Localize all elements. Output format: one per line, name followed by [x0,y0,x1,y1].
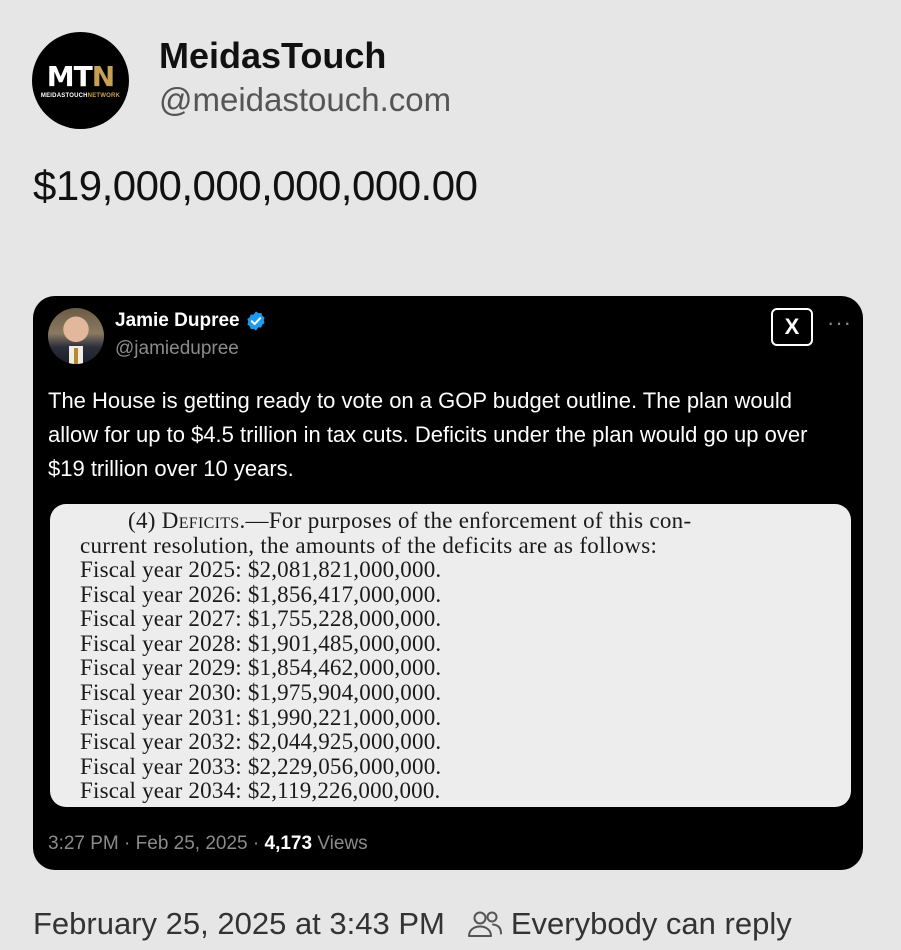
deficit-amount: $1,990,221,000,000. [247,704,442,730]
reply-setting[interactable]: Everybody can reply [467,906,792,942]
views-count: 4,173 [264,833,313,854]
deficit-rows: Fiscal year 2025: $2,081,821,000,000. Fisc… [80,557,442,804]
deficit-row: Fiscal year 2026: $1,856,417,000,000. [80,581,442,608]
verified-badge-icon [247,311,265,331]
post-footer: February 25, 2025 at 3:43 PM Everybody c… [33,906,792,942]
embed-meta: 3:27 PM · Feb 25, 2025 · 4,173 Views [48,833,368,855]
deficit-row: Fiscal year 2031: $1,990,221,000,000. [80,704,442,731]
embed-handle[interactable]: @jamiedupree [115,338,239,360]
deficit-amount: $2,044,925,000,000. [247,729,442,755]
deficit-amount: $2,081,821,000,000. [247,557,442,582]
deficit-amount: $1,755,228,000,000. [247,606,442,632]
avatar-logo-sub: MEIDASTOUCHNETWORK [40,92,121,99]
deficit-amount: $2,229,056,000,000. [247,753,442,779]
deficit-row: Fiscal year 2030: $1,975,904,000,000. [80,679,442,706]
deficit-amount: $1,901,485,000,000. [247,630,442,656]
fiscal-year-label: Fiscal year 2028: [80,630,242,656]
post-timestamp[interactable]: February 25, 2025 at 3:43 PM [33,906,445,942]
reply-setting-label: Everybody can reply [510,906,792,941]
deficit-amount: $1,856,417,000,000. [247,581,442,607]
display-name[interactable]: MeidasTouch [159,34,451,78]
deficit-row: Fiscal year 2032: $2,044,925,000,000. [80,729,442,755]
embedded-post[interactable]: Jamie Dupree @jamiedupree X ··· The Hous… [33,296,863,870]
document-heading: (4) Deficits.—For purposes of the enforc… [80,508,692,558]
deficit-row: Fiscal year 2025: $2,081,821,000,000. [80,557,442,583]
avatar-tie [74,348,78,364]
embed-name-row: Jamie Dupree [115,310,267,332]
more-options-icon[interactable]: ··· [827,310,852,336]
fiscal-year-label: Fiscal year 2030: [80,679,242,705]
views-label: Views [312,833,368,854]
embed-timestamp[interactable]: 3:27 PM · Feb 25, 2025 · [48,833,265,854]
people-icon [467,911,502,937]
embed-avatar[interactable] [48,308,104,364]
post-text: $19,000,000,000,000.00 [33,162,478,209]
deficit-row: Fiscal year 2027: $1,755,228,000,000. [80,606,442,632]
deficit-row: Fiscal year 2034: $2,119,226,000,000. [80,779,441,804]
fiscal-year-label: Fiscal year 2029: [80,655,242,681]
avatar[interactable]: MTN MEIDASTOUCHNETWORK [32,32,129,129]
fiscal-year-label: Fiscal year 2031: [80,704,242,730]
fiscal-year-label: Fiscal year 2026: [80,581,242,607]
fiscal-year-label: Fiscal year 2025: [80,557,242,582]
deficit-amount: $1,854,462,000,000. [247,655,442,681]
deficit-row: Fiscal year 2029: $1,854,462,000,000. [80,656,441,681]
fiscal-year-label: Fiscal year 2027: [80,606,242,632]
fiscal-year-label: Fiscal year 2034: [80,778,242,804]
embed-text: The House is getting ready to vote on a … [48,388,808,481]
fiscal-year-label: Fiscal year 2032: [80,729,242,755]
avatar-logo: MTN [46,59,115,93]
fiscal-year-label: Fiscal year 2033: [80,753,242,779]
document-image[interactable]: (4) Deficits.—For purposes of the enforc… [50,504,851,807]
deficit-amount: $1,975,904,000,000. [247,679,442,705]
deficit-row: Fiscal year 2028: $1,901,485,000,000. [80,630,442,657]
deficit-row: Fiscal year 2033: $2,229,056,000,000. [80,753,442,780]
author-names: MeidasTouch @meidastouch.com [159,35,451,122]
handle[interactable]: @meidastouch.com [159,78,451,122]
x-logo-icon[interactable]: X [771,308,813,346]
deficit-amount: $2,119,226,000,000. [247,778,441,804]
embed-display-name[interactable]: Jamie Dupree [115,310,240,332]
post-header: MTN MEIDASTOUCHNETWORK MeidasTouch @meid… [32,32,451,129]
